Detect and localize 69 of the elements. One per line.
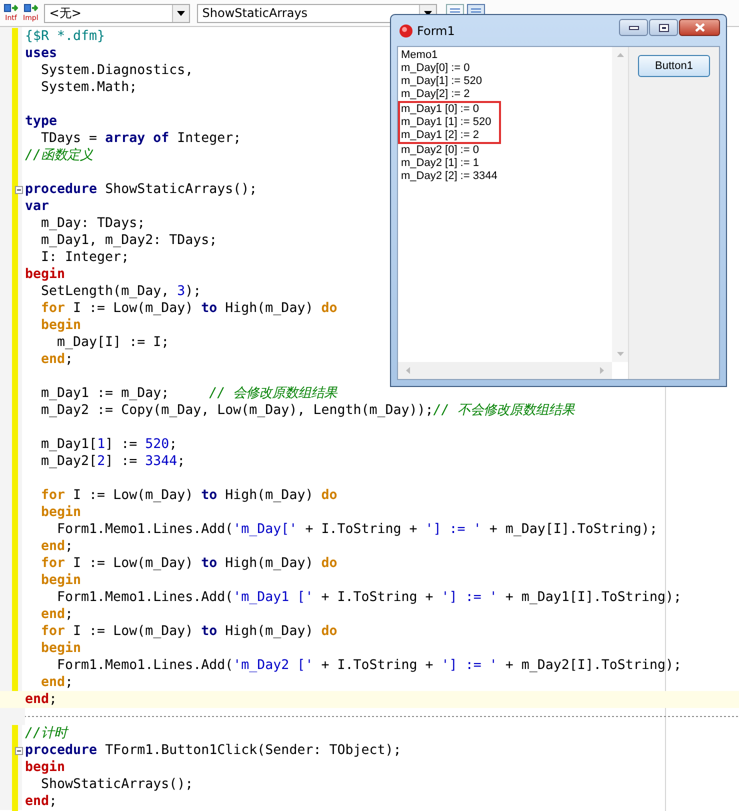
- code-line: m_Day1, m_Day2: TDays;: [40, 232, 218, 249]
- code-line: begin: [40, 317, 82, 334]
- code-line: System.Math;: [40, 79, 138, 96]
- code-line: I: Integer;: [40, 249, 130, 266]
- unit-icon: [24, 4, 38, 13]
- code-line: Form1.Memo1.Lines.Add('m_Day[' + I.ToString + '] := ' + m_Day[I].ToString);: [56, 521, 658, 538]
- code-line: begin: [40, 640, 82, 657]
- code-line: //函数定义: [25, 147, 94, 164]
- code-line: m_Day[I] := I;: [56, 334, 170, 351]
- code-line: uses: [25, 45, 58, 62]
- code-line: type: [25, 113, 58, 130]
- code-line: SetLength(m_Day, 3);: [40, 283, 202, 300]
- code-line: end;: [40, 606, 74, 623]
- code-line: Form1.Memo1.Lines.Add('m_Day2 [' + I.ToString + '] := ' + m_Day2[I].ToString);: [56, 657, 682, 674]
- code-line: end;: [25, 691, 58, 708]
- code-line: for I := Low(m_Day) to High(m_Day) do: [40, 623, 338, 640]
- code-line: for I := Low(m_Day) to High(m_Day) do: [40, 487, 338, 504]
- memo-line: Memo1: [401, 49, 438, 62]
- code-line: //计时: [25, 725, 68, 742]
- fold-icon[interactable]: [15, 186, 23, 194]
- code-line: procedure ShowStaticArrays();: [25, 181, 258, 198]
- code-line: Form1.Memo1.Lines.Add('m_Day1 [' + I.ToString + '] := ' + m_Day1[I].ToString);: [56, 589, 682, 606]
- code-line: m_Day2[2] := 3344;: [40, 453, 186, 470]
- code-line: begin: [25, 266, 66, 283]
- fold-icon[interactable]: [15, 747, 23, 755]
- code-line: end;: [25, 793, 58, 810]
- code-line: procedure TForm1.Button1Click(Sender: TObject);: [25, 742, 402, 759]
- memo-line: m_Day2 [0] := 0: [401, 144, 479, 157]
- memo-line: m_Day[0] := 0: [401, 62, 470, 75]
- memo-line: m_Day1 [2] := 2: [401, 129, 479, 142]
- view-icon[interactable]: [467, 4, 486, 14]
- view-icon[interactable]: [446, 4, 464, 14]
- code-line: begin: [40, 572, 82, 589]
- memo-line: m_Day1 [0] := 0: [401, 103, 479, 116]
- code-line: System.Diagnostics,: [40, 62, 194, 79]
- minimize-icon: [628, 26, 638, 30]
- close-button[interactable]: [679, 19, 720, 36]
- code-line: var: [25, 198, 50, 215]
- close-icon: [694, 23, 704, 32]
- form-button[interactable]: Button1: [638, 55, 710, 77]
- dropdown[interactable]: <无>: [44, 4, 190, 22]
- code-line: begin: [40, 504, 82, 521]
- maximize-button[interactable]: [649, 19, 678, 36]
- memo-field[interactable]: Memo1 m_Day[0] := 0 m_Day[1] := 520 m_Day[2] := 2 m_Day1 [0] := 0 m_Day1 [1] := 520 m_Day1 [2] := 2 m_Day2 [0] := 0 m_Day2 [1] := 1 m_Day2 [2] := 3344: [398, 47, 629, 379]
- code-line: begin: [25, 759, 66, 776]
- code-line: end;: [40, 538, 74, 555]
- maximize-icon: [658, 24, 668, 32]
- code-line: {$R *.dfm}: [25, 28, 106, 45]
- code-line: for I := Low(m_Day) to High(m_Day) do: [40, 300, 338, 317]
- memo-line: m_Day[2] := 2: [401, 88, 470, 101]
- code-line: end;: [40, 351, 74, 368]
- memo-line: m_Day2 [1] := 1: [401, 157, 479, 170]
- memo-line: m_Day2 [2] := 3344: [401, 170, 498, 183]
- app-icon: [399, 24, 413, 38]
- code-line: m_Day: TDays;: [40, 215, 146, 232]
- window-title: Form1: [417, 24, 455, 38]
- memo-line: m_Day[1] := 520: [401, 75, 482, 88]
- code-line: m_Day1[1] := 520;: [40, 436, 178, 453]
- code-line: for I := Low(m_Day) to High(m_Day) do: [40, 555, 338, 572]
- code-line: end;: [40, 674, 74, 691]
- code-line: TDays = array of Integer;: [40, 130, 242, 147]
- code-line: m_Day1 := m_Day; // 会修改原数组结果: [40, 385, 338, 402]
- memo-line: m_Day1 [1] := 520: [401, 116, 492, 129]
- code-line: m_Day2 := Copy(m_Day, Low(m_Day), Length(m_Day));// 不会修改原数组结果: [40, 402, 574, 419]
- code-line: ShowStaticArrays();: [40, 776, 194, 793]
- dropdown[interactable]: ShowStaticArrays: [197, 4, 438, 22]
- unit-icon: [4, 4, 18, 13]
- caret-icon: [177, 10, 186, 16]
- minimize-button[interactable]: [619, 19, 648, 36]
